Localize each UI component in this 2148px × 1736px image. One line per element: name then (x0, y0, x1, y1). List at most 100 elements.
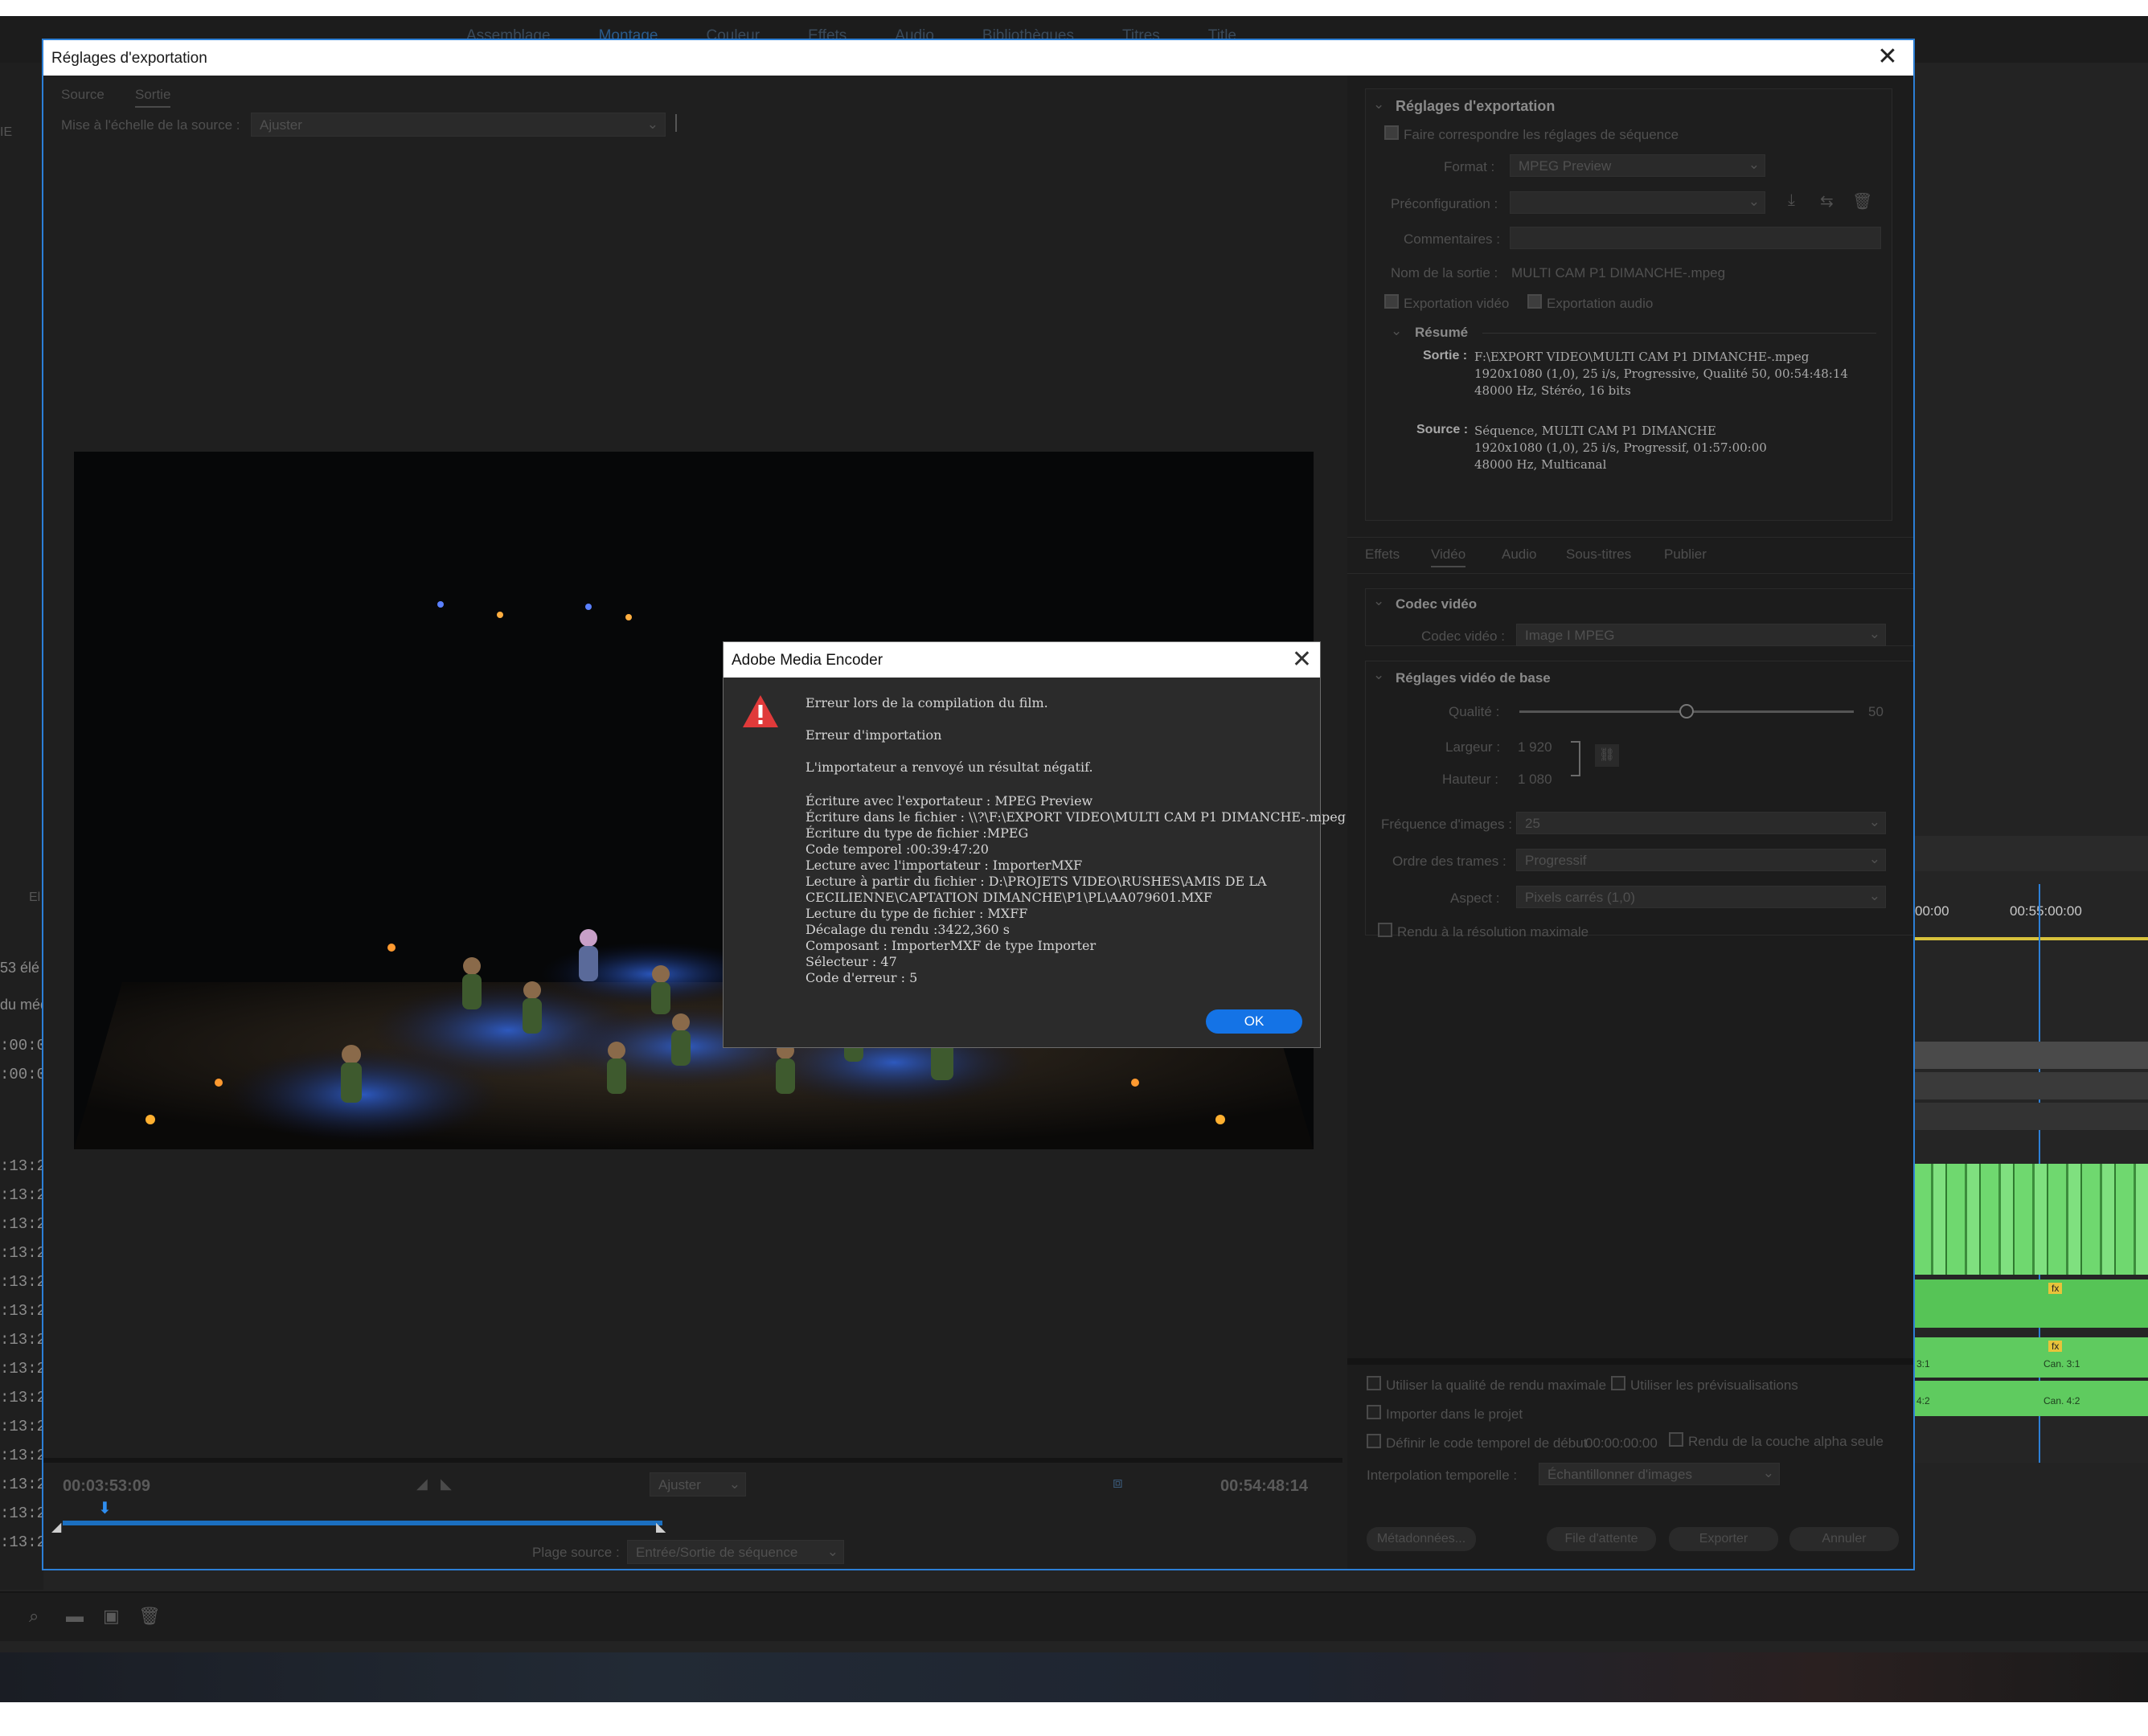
comments-input[interactable] (1510, 227, 1881, 249)
import-project-checkbox[interactable] (1367, 1405, 1381, 1419)
error-detail-line: Composant : ImporterMXF de type Importer (806, 938, 1097, 953)
new-item-icon[interactable]: ▣ (103, 1606, 120, 1627)
chevron-down-icon[interactable]: ⌄ (1373, 667, 1384, 683)
height-value[interactable]: 1 080 (1518, 772, 1552, 788)
chevron-down-icon: ⌄ (1748, 157, 1760, 172)
tab-output[interactable]: Sortie (135, 87, 171, 108)
scale-label: Mise à l'échelle de la source : (61, 117, 240, 133)
summary-line: 48000 Hz, Stéréo, 16 bits (1474, 383, 1631, 398)
timeline-timecode: 00:00 (1915, 903, 1949, 919)
metadata-button[interactable]: Métadonnées... (1367, 1527, 1476, 1551)
timeline-panel: 00:00 00:55:00:00 fx fx 3:1 Can. 3:1 4:2… (1913, 836, 2148, 1463)
mark-out-icon[interactable]: ◣ (441, 1476, 452, 1492)
max-render-checkbox[interactable] (1378, 923, 1392, 937)
aspect-label: Aspect : (1450, 891, 1500, 906)
output-name-link[interactable]: MULTI CAM P1 DIMANCHE-.mpeg (1511, 265, 1725, 281)
section-header: Réglages d'exportation (1396, 98, 1556, 114)
max-render-label: Rendu à la résolution maximale (1397, 924, 1589, 940)
track-lane (1913, 1072, 2148, 1099)
tab-source[interactable]: Source (61, 87, 105, 103)
chevron-down-icon[interactable]: ⌄ (1373, 96, 1384, 113)
error-detail-line: CECILIENNE\CAPTATION DIMANCHE\P1\PL\AA07… (806, 890, 1213, 905)
delete-preset-icon[interactable]: 🗑 (1852, 191, 1872, 211)
range-in-handle-icon[interactable]: ◢ (51, 1519, 61, 1535)
tab-captions[interactable]: Sous-titres (1566, 547, 1631, 563)
audio-clip[interactable] (1913, 1337, 2148, 1378)
tab-audio[interactable]: Audio (1502, 547, 1536, 563)
import-preset-icon[interactable]: ⇆ (1820, 191, 1834, 211)
chevron-down-icon[interactable]: ⌄ (1373, 593, 1384, 609)
error-detail-line: Écriture du type de fichier :MPEG (806, 825, 1029, 841)
audio-clip[interactable] (1913, 1279, 2148, 1328)
fit-select[interactable]: Ajuster ⌄ (650, 1472, 746, 1496)
export-button[interactable]: Exporter (1669, 1527, 1778, 1551)
tab-publish[interactable]: Publier (1664, 547, 1707, 563)
width-label: Largeur : (1445, 739, 1501, 755)
warning-icon (743, 695, 778, 727)
chevron-down-icon[interactable]: ⌄ (1391, 323, 1402, 339)
divider (675, 114, 677, 132)
output-summary: F:\EXPORT VIDEO\MULTI CAM P1 DIMANCHE-.m… (1474, 349, 1848, 399)
tab-video[interactable]: Vidéo (1431, 547, 1466, 567)
queue-button[interactable]: File d'attente (1547, 1527, 1656, 1551)
summary-line: 1920x1080 (1,0), 25 i/s, Progressif, 01:… (1474, 440, 1767, 455)
video-clip[interactable] (1913, 1164, 2148, 1275)
playhead-icon[interactable]: ⬇ (98, 1498, 112, 1518)
ok-button[interactable]: OK (1206, 1009, 1302, 1034)
use-previews-checkbox[interactable] (1611, 1376, 1625, 1390)
source-range-bar[interactable] (63, 1521, 662, 1525)
clip-label: Can. 4:2 (2043, 1395, 2080, 1406)
trash-icon[interactable]: 🗑 (138, 1606, 161, 1627)
match-sequence-label: Faire correspondre les réglages de séque… (1404, 127, 1679, 142)
comments-label: Commentaires : (1404, 231, 1500, 247)
aspect-toggle-icon[interactable]: ⧈ (1113, 1474, 1123, 1492)
preset-select[interactable]: ⌄ (1510, 191, 1765, 214)
codec-label: Codec vidéo : (1421, 628, 1505, 644)
mark-in-icon[interactable]: ◢ (416, 1476, 428, 1492)
audio-clip[interactable] (1913, 1381, 2148, 1416)
range-out-handle-icon[interactable]: ◣ (656, 1519, 666, 1535)
output-label: Sortie : (1423, 349, 1468, 362)
max-quality-checkbox[interactable] (1367, 1376, 1381, 1390)
quality-slider[interactable] (1519, 704, 1854, 719)
chevron-down-icon: ⌄ (1868, 888, 1880, 903)
alpha-only-checkbox[interactable] (1669, 1432, 1683, 1447)
search-icon[interactable]: ⌕ (29, 1606, 39, 1627)
format-label: Format : (1444, 159, 1495, 174)
scale-select[interactable]: Ajuster ⌄ (251, 113, 666, 137)
scale-value: Ajuster (260, 117, 302, 133)
aspect-select[interactable]: Pixels carrés (1,0) ⌄ (1516, 886, 1886, 908)
summary-line: Séquence, MULTI CAM P1 DIMANCHE (1474, 424, 1716, 438)
start-tc-checkbox[interactable] (1367, 1434, 1381, 1448)
tab-effects[interactable]: Effets (1365, 547, 1400, 563)
export-video-checkbox[interactable] (1384, 294, 1399, 309)
work-area-bar (1913, 937, 2148, 940)
divider (43, 1458, 1342, 1463)
chevron-down-icon: ⌄ (646, 117, 658, 132)
track-lane (1913, 1042, 2148, 1069)
folder-icon[interactable]: ▬ (66, 1606, 84, 1627)
interp-value: Échantillonner d'images (1547, 1467, 1692, 1482)
export-audio-checkbox[interactable] (1527, 294, 1542, 309)
fx-badge: fx (2048, 1341, 2063, 1352)
link-icon[interactable]: ⛓ (1595, 744, 1619, 767)
format-select[interactable]: MPEG Preview ⌄ (1510, 154, 1765, 177)
quality-value: 50 (1868, 704, 1884, 719)
source-range-select[interactable]: Entrée/Sortie de séquence ⌄ (627, 1540, 844, 1564)
section-header: Réglages vidéo de base (1396, 670, 1551, 686)
preset-label: Préconfiguration : (1391, 196, 1498, 211)
start-tc-value[interactable]: 00:00:00:00 (1585, 1435, 1658, 1451)
quality-slider-knob[interactable] (1679, 704, 1694, 719)
field-order-select[interactable]: Progressif ⌄ (1516, 849, 1886, 871)
match-sequence-checkbox[interactable] (1384, 125, 1399, 140)
interp-select[interactable]: Échantillonner d'images ⌄ (1539, 1463, 1780, 1485)
close-icon[interactable]: ✕ (1873, 43, 1902, 72)
close-icon[interactable]: ✕ (1292, 645, 1312, 674)
max-quality-label: Utiliser la qualité de rendu maximale (1386, 1378, 1607, 1393)
cancel-button[interactable]: Annuler (1789, 1527, 1899, 1551)
codec-select[interactable]: Image I MPEG ⌄ (1516, 624, 1886, 646)
save-preset-icon[interactable]: ⤓ (1788, 191, 1795, 210)
width-value[interactable]: 1 920 (1518, 739, 1552, 755)
framerate-select[interactable]: 25 ⌄ (1516, 812, 1886, 834)
divider (1482, 333, 1876, 334)
